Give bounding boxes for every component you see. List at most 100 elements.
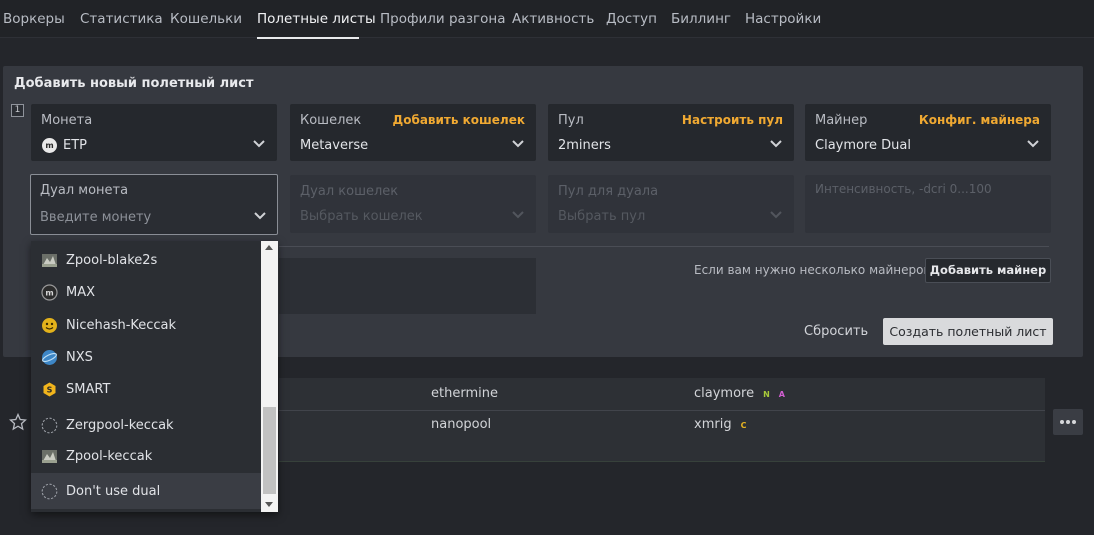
miner-value: Claymore Dual xyxy=(815,138,911,153)
wallet-value: Metaverse xyxy=(300,138,369,153)
panel-title: Добавить новый полетный лист xyxy=(14,76,254,91)
pool-label: Пул xyxy=(558,113,584,128)
dot xyxy=(1066,420,1070,424)
dropdown-option-nxs[interactable]: NXS xyxy=(31,342,261,372)
nav-tab-billing[interactable]: Биллинг xyxy=(671,11,731,27)
dual-coin-label: Дуал монета xyxy=(40,183,129,198)
dropdown-option-nicehash-keccak[interactable]: Nicehash-Keccak xyxy=(31,310,261,340)
row-number-badge: 1 xyxy=(11,104,24,117)
max-coin-icon: m xyxy=(41,283,58,301)
chevron-down-icon xyxy=(252,139,266,149)
miner-tag: C xyxy=(740,421,747,430)
coin-label: Монета xyxy=(41,113,93,128)
dropdown-option-label: Zergpool-keccak xyxy=(66,417,174,433)
dual-wallet-placeholder: Выбрать кошелек xyxy=(300,209,423,224)
configure-pool-link[interactable]: Настроить пул xyxy=(682,113,783,127)
dropdown-option-smart[interactable]: S SMART xyxy=(31,374,261,404)
dropdown-scrollbar[interactable] xyxy=(261,241,278,512)
wallet-select[interactable]: Кошелек Добавить кошелек Metaverse xyxy=(290,104,536,161)
dropdown-option-zergpool-keccak[interactable]: Zergpool-keccak xyxy=(31,410,261,440)
nav-tab-flight-sheets[interactable]: Полетные листы xyxy=(257,11,376,27)
multiple-miners-hint: Если вам нужно несколько майнеров xyxy=(694,263,931,277)
nav-tab-overclock-profiles[interactable]: Профили разгона xyxy=(380,11,505,27)
dual-pool-placeholder: Выбрать пул xyxy=(558,209,646,224)
nav-tab-workers[interactable]: Воркеры xyxy=(3,11,65,27)
active-tab-indicator xyxy=(257,37,359,39)
dual-wallet-select[interactable]: Дуал кошелек Выбрать кошелек xyxy=(290,175,536,233)
miner-config-link[interactable]: Конфиг. майнера xyxy=(919,113,1040,127)
nav-tab-wallets[interactable]: Кошельки xyxy=(170,11,242,27)
metaverse-m-icon: m xyxy=(42,138,57,153)
table-divider xyxy=(279,410,1045,411)
add-wallet-link[interactable]: Добавить кошелек xyxy=(393,113,525,127)
add-miner-button[interactable]: Добавить майнер xyxy=(925,258,1051,283)
scrollbar-thumb[interactable] xyxy=(263,407,276,494)
dropdown-option-label: NXS xyxy=(66,349,93,365)
pool-value: 2miners xyxy=(558,138,611,153)
dropdown-option-zpool-keccak[interactable]: Zpool-keccak xyxy=(31,441,261,471)
pool-select[interactable]: Пул Настроить пул 2miners xyxy=(548,104,794,161)
scroll-up-arrow-icon[interactable] xyxy=(265,245,273,250)
intensity-input[interactable]: Интенсивность, -dcri 0...100 xyxy=(805,175,1051,233)
table-divider xyxy=(279,461,1045,462)
nicehash-icon xyxy=(42,317,57,333)
dual-pool-select[interactable]: Пул для дуала Выбрать пул xyxy=(548,175,794,233)
table-cell-pool: nanopool xyxy=(431,417,492,432)
dropdown-option-dont-use-dual[interactable]: Don't use dual xyxy=(31,473,261,509)
miner-tag: N xyxy=(763,390,770,399)
table-cell-pool: ethermine xyxy=(431,386,498,401)
flight-sheets-table: ethermine claymore N A nanopool xmrig C xyxy=(279,378,1045,462)
miner-tag: A xyxy=(778,390,785,399)
top-navigation: Воркеры Статистика Кошельки Полетные лис… xyxy=(0,0,1094,39)
dropdown-option-label: MAX xyxy=(66,284,96,300)
smartcash-icon: S xyxy=(43,382,56,396)
table-cell-miner: xmrig C xyxy=(694,417,746,432)
chevron-down-icon xyxy=(253,211,267,221)
wallet-label: Кошелек xyxy=(300,113,362,128)
zpool-icon xyxy=(42,449,57,463)
more-options-button[interactable] xyxy=(1053,409,1083,435)
miner-label: Майнер xyxy=(815,113,868,128)
chevron-down-icon xyxy=(1026,139,1040,149)
chevron-down-icon xyxy=(511,210,525,220)
dot xyxy=(1072,420,1076,424)
dropdown-option-max[interactable]: m MAX xyxy=(31,277,261,307)
dropdown-option-label: Zpool-keccak xyxy=(66,448,153,464)
dropdown-option-zpool-blake2s[interactable]: Zpool-blake2s xyxy=(31,245,261,275)
scroll-down-arrow-icon[interactable] xyxy=(265,502,273,507)
coin-select[interactable]: Монета m ETP xyxy=(31,104,277,161)
nexus-icon xyxy=(42,349,57,365)
chevron-down-icon xyxy=(769,139,783,149)
dual-wallet-label: Дуал кошелек xyxy=(300,184,399,199)
nav-tab-settings[interactable]: Настройки xyxy=(745,11,821,27)
miner-name: claymore xyxy=(694,386,755,401)
chevron-down-icon xyxy=(769,210,783,220)
divider xyxy=(279,246,1049,247)
dot xyxy=(1060,420,1064,424)
dropdown-option-label: Zpool-blake2s xyxy=(66,252,158,268)
create-flight-sheet-button[interactable]: Создать полетный лист xyxy=(883,318,1053,345)
dashed-circle-icon xyxy=(41,483,58,499)
nav-tab-access[interactable]: Доступ xyxy=(606,11,657,27)
intensity-placeholder: Интенсивность, -dcri 0...100 xyxy=(815,182,992,196)
svg-text:m: m xyxy=(45,288,53,297)
coin-value: ETP xyxy=(63,138,87,153)
dropdown-option-label: SMART xyxy=(66,381,111,397)
dual-pool-label: Пул для дуала xyxy=(558,184,659,199)
dual-coin-input[interactable]: Введите монету xyxy=(40,210,151,225)
nav-tab-statistics[interactable]: Статистика xyxy=(80,11,163,27)
dashed-circle-icon xyxy=(41,417,58,433)
chevron-down-icon xyxy=(511,139,525,149)
table-cell-miner: claymore N A xyxy=(694,386,785,401)
miner-placeholder-box xyxy=(279,258,536,314)
zpool-icon xyxy=(42,253,57,267)
dual-coin-select[interactable]: Дуал монета Введите монету xyxy=(30,174,278,235)
nav-tab-activity[interactable]: Активность xyxy=(512,11,594,27)
dropdown-option-label: Nicehash-Keccak xyxy=(66,317,177,333)
miner-select[interactable]: Майнер Конфиг. майнера Claymore Dual xyxy=(805,104,1051,161)
dual-coin-dropdown[interactable]: Zpool-blake2s m MAX Nicehash-Keccak NXS … xyxy=(31,241,278,512)
miner-name: xmrig xyxy=(694,417,732,432)
star-icon[interactable] xyxy=(8,412,28,431)
reset-button[interactable]: Сбросить xyxy=(804,324,868,339)
dropdown-option-label: Don't use dual xyxy=(66,483,161,499)
